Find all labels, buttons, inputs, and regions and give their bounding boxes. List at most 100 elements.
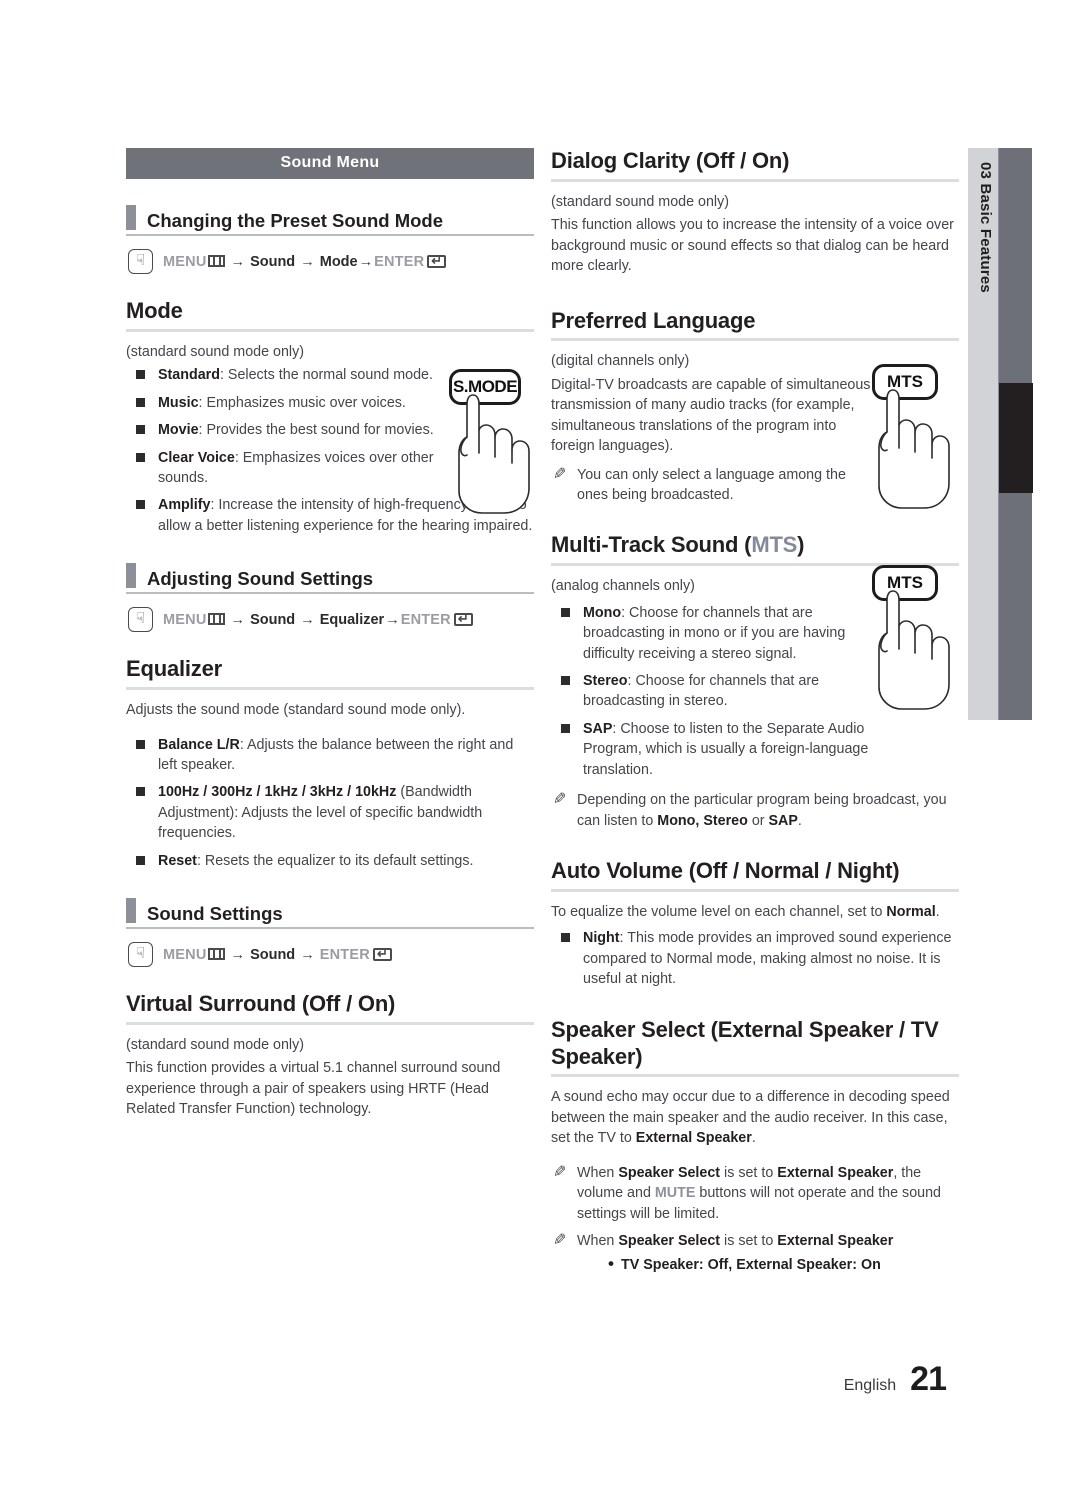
- manual-page: 03 Basic Features Sound Menu Changing th…: [0, 0, 1080, 1494]
- menu-path-item-2: Equalizer: [319, 611, 385, 628]
- menu-label: MENU: [163, 946, 207, 963]
- topic-prefix: Multi-Track Sound (: [551, 532, 752, 558]
- enter-label: ENTER: [374, 253, 425, 270]
- arrow-2-icon: →: [300, 946, 315, 963]
- hand-press-icon: [128, 941, 153, 968]
- auto-volume-intro-b: Normal: [886, 903, 936, 920]
- bullet-text: : Emphasizes music over voices.: [198, 394, 406, 411]
- bullet-text: : Increase the intensity of high-frequen…: [158, 497, 533, 534]
- bullet-text: : This mode provides an improved sound e…: [583, 930, 952, 988]
- note-item: You can only select a language among the…: [551, 465, 873, 506]
- bullet-text: : Resets the equalizer to its default se…: [196, 852, 474, 869]
- enter-key-icon: [453, 610, 473, 628]
- preferred-language-notes: You can only select a language among the…: [551, 465, 959, 506]
- bullet-term: Movie: [158, 422, 199, 439]
- speaker-select-para-b: External Speaker: [635, 1130, 752, 1147]
- bullet-term: Clear Voice: [158, 449, 235, 466]
- topic-suffix: ): [797, 532, 805, 558]
- virtual-surround-paragraph: This function provides a virtual 5.1 cha…: [126, 1060, 501, 1118]
- note1-d: External Speaker: [777, 1164, 894, 1181]
- mode-note-line: (standard sound mode only): [126, 343, 305, 360]
- bullet-term: Amplify: [158, 497, 211, 514]
- topic-auto-volume: Auto Volume (Off / Normal / Night): [551, 858, 959, 892]
- note-item: Depending on the particular program bein…: [551, 790, 959, 831]
- bullet-term: Reset: [158, 852, 197, 869]
- section-marker-icon: [126, 205, 136, 230]
- topic-virtual-surround: Virtual Surround (Off / On): [126, 991, 534, 1026]
- auto-volume-bullet-list: Night: This mode provides an improved so…: [551, 928, 959, 989]
- speaker-select-sub-bullets: TV Speaker: Off, External Speaker: On: [577, 1252, 959, 1277]
- chapter-tab-label: 03 Basic Features: [977, 162, 994, 293]
- chapter-tab: 03 Basic Features: [968, 148, 998, 720]
- list-item: 100Hz / 300Hz / 1kHz / 3kHz / 10kHz (Ban…: [126, 782, 534, 843]
- section-header-label: Changing the Preset Sound Mode: [147, 209, 444, 231]
- note2-c: is set to: [720, 1232, 778, 1249]
- arrow-1-icon: →: [230, 253, 246, 270]
- section-marker-icon: [126, 898, 136, 924]
- arrow-2-icon: →: [300, 611, 315, 628]
- arrow-1-icon: →: [230, 611, 246, 628]
- list-item: Amplify: Increase the intensity of high-…: [126, 495, 534, 536]
- list-item: Clear Voice: Emphasizes voices over othe…: [126, 448, 456, 489]
- auto-volume-intro: To equalize the volume level on each cha…: [551, 902, 959, 922]
- note2-d: External Speaker: [777, 1232, 894, 1249]
- multi-track-note-line: (analog channels only): [551, 578, 695, 595]
- arrow-2-icon: →: [300, 253, 315, 270]
- preferred-language-paragraph: Digital-TV broadcasts are capable of sim…: [551, 376, 871, 455]
- list-item: Mono: Choose for channels that are broad…: [551, 603, 869, 664]
- bullet-term: Music: [158, 394, 199, 411]
- mode-bullet-list: Standard: Selects the normal sound mode.…: [126, 365, 534, 536]
- topic-mode: Mode: [126, 298, 534, 332]
- bullet-term: Balance L/R: [158, 736, 240, 753]
- arrow-1-icon: →: [230, 946, 246, 963]
- note-item: When Speaker Select is set to External S…: [551, 1231, 959, 1277]
- menu-path-equalizer: MENU → Sound → Equalizer→ENTER: [128, 606, 534, 633]
- note1-b: Speaker Select: [618, 1164, 721, 1181]
- speaker-select-notes: When Speaker Select is set to External S…: [551, 1163, 959, 1278]
- auto-volume-intro-a: To equalize the volume level on each cha…: [551, 903, 887, 920]
- note-text-d: SAP: [768, 812, 798, 829]
- section-header-label: Adjusting Sound Settings: [147, 568, 374, 590]
- list-item: Movie: Provides the best sound for movie…: [126, 420, 534, 440]
- hand-press-icon: [128, 606, 153, 633]
- menu-path-sound: MENU → Sound → ENTER: [128, 941, 534, 968]
- dialog-clarity-note-line: (standard sound mode only): [551, 193, 730, 210]
- dialog-clarity-paragraph: This function allows you to increase the…: [551, 217, 954, 275]
- footer-language: English: [843, 1377, 897, 1394]
- chapter-index-bar: [998, 148, 1033, 720]
- speaker-select-para-c: .: [751, 1130, 756, 1147]
- section-marker-icon: [126, 563, 136, 589]
- bullet-text: : Provides the best sound for movies.: [198, 422, 434, 439]
- note-text-b: Mono, Stereo: [657, 812, 748, 829]
- preferred-language-note-line: (digital channels only): [551, 353, 690, 370]
- sub-bullet-text: TV Speaker: Off, External Speaker: On: [621, 1257, 881, 1274]
- left-column: Sound Menu Changing the Preset Sound Mod…: [126, 148, 534, 1123]
- enter-label: ENTER: [400, 611, 451, 628]
- multi-track-bullet-list: Mono: Choose for channels that are broad…: [551, 603, 959, 781]
- note-text-c: or: [747, 812, 769, 829]
- menu-path-mode: MENU → Sound → Mode→ENTER: [128, 248, 534, 274]
- list-item: Music: Emphasizes music over voices.: [126, 393, 534, 413]
- menu-grid-icon: [207, 254, 225, 267]
- enter-label: ENTER: [319, 946, 370, 963]
- list-item: Balance L/R: Adjusts the balance between…: [126, 735, 534, 776]
- note-text: You can only select a language among the…: [577, 466, 846, 504]
- equalizer-bullet-list: Balance L/R: Adjusts the balance between…: [126, 735, 534, 872]
- bullet-term: Stereo: [583, 673, 628, 690]
- topic-speaker-select: Speaker Select (External Speaker / TV Sp…: [551, 1017, 959, 1078]
- bullet-term: Standard: [158, 367, 220, 384]
- note2-a: When: [577, 1232, 619, 1249]
- note1-a: When: [577, 1164, 619, 1181]
- list-item: Standard: Selects the normal sound mode.: [126, 365, 534, 385]
- menu-grid-icon: [207, 612, 225, 625]
- multi-track-notes: Depending on the particular program bein…: [551, 790, 959, 831]
- arrow-3-icon: →: [358, 253, 374, 270]
- note-text-e: .: [797, 812, 802, 829]
- topic-multi-track-sound: Multi-Track Sound (MTS): [551, 532, 959, 567]
- section-header-sound-settings: Sound Settings: [126, 898, 534, 930]
- right-column: Dialog Clarity (Off / On) (standard soun…: [551, 148, 959, 1283]
- bullet-text: : Choose for channels that are broadcast…: [583, 604, 846, 662]
- page-footer: English 21: [843, 1360, 947, 1399]
- auto-volume-intro-c: .: [935, 903, 940, 920]
- menu-label: MENU: [163, 253, 207, 270]
